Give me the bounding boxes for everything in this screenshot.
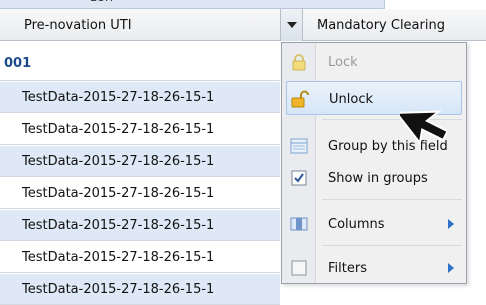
mouse-pointer-icon: [400, 110, 449, 146]
table-row[interactable]: TestData-2015-27-18-26-15-1: [0, 146, 280, 177]
previous-header-text: EUR: [90, 0, 113, 9]
column-header-mandatory-clearing[interactable]: Mandatory Clearing: [302, 9, 486, 41]
column-menu-trigger[interactable]: [280, 9, 302, 41]
column-header-label: Pre-novation UTI: [24, 17, 132, 33]
column-header-pre-novation-uti[interactable]: Pre-novation UTI: [0, 9, 280, 41]
group-header-row[interactable]: 001: [0, 47, 280, 81]
menu-separator: [322, 245, 462, 246]
table-row[interactable]: TestData-2015-27-18-26-15-1: [0, 274, 280, 305]
menu-item-columns[interactable]: Columns: [282, 207, 466, 241]
cell-value: TestData-2015-27-18-26-15-1: [22, 121, 215, 137]
menu-item-label: Lock: [328, 54, 358, 70]
cell-value: TestData-2015-27-18-26-15-1: [22, 217, 215, 233]
menu-item-lock[interactable]: Lock: [282, 45, 466, 79]
table-row[interactable]: TestData-2015-27-18-26-15-1: [0, 114, 280, 145]
lock-icon: [290, 53, 308, 71]
menu-item-label: Filters: [328, 260, 367, 276]
chevron-down-icon: [286, 22, 297, 28]
checkbox-checked-icon: [290, 169, 308, 187]
cell-value: TestData-2015-27-18-26-15-1: [22, 89, 215, 105]
columns-icon: [290, 215, 308, 233]
menu-item-label: Unlock: [329, 91, 373, 107]
previous-header-strip: EUR: [0, 0, 486, 9]
previous-header-cell: EUR: [0, 0, 385, 9]
column-header-label: Mandatory Clearing: [317, 17, 445, 33]
unlock-icon: [291, 90, 309, 108]
menu-separator: [322, 199, 462, 200]
cell-value: TestData-2015-27-18-26-15-1: [22, 185, 215, 201]
table-row[interactable]: TestData-2015-27-18-26-15-1: [0, 210, 280, 241]
grid-header: Pre-novation UTI Mandatory Clearing: [0, 9, 486, 41]
checkbox-empty-icon: [290, 259, 308, 277]
cell-value: TestData-2015-27-18-26-15-1: [22, 249, 215, 265]
group-header-label: 001: [4, 56, 32, 71]
table-row[interactable]: TestData-2015-27-18-26-15-1: [0, 242, 280, 273]
table-row[interactable]: TestData-2015-27-18-26-15-1: [0, 82, 280, 113]
table-row[interactable]: TestData-2015-27-18-26-15-1: [0, 178, 280, 209]
menu-item-label: Columns: [328, 216, 385, 232]
menu-item-filters[interactable]: Filters: [282, 251, 466, 285]
submenu-arrow-icon: [448, 219, 454, 229]
group-icon: [290, 137, 308, 155]
submenu-arrow-icon: [448, 263, 454, 273]
cell-value: TestData-2015-27-18-26-15-1: [22, 153, 215, 169]
